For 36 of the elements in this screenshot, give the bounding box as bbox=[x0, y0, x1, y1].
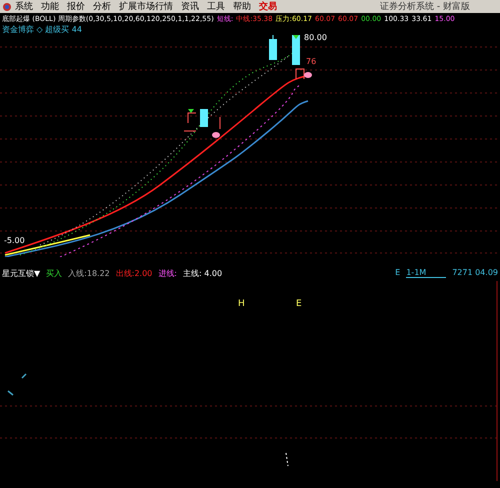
menu-item[interactable]: 分析 bbox=[93, 0, 111, 12]
bracket-marker bbox=[184, 112, 196, 132]
date-label: 7271 04.09 bbox=[452, 268, 498, 278]
price-label: 76 bbox=[306, 57, 316, 66]
app-icon bbox=[2, 2, 12, 12]
indicator-value: 主线: 4.00 bbox=[182, 268, 222, 278]
menu-item[interactable]: 工具 bbox=[207, 0, 225, 12]
indicator-value: 星元互锁▼ bbox=[2, 268, 40, 278]
signal-label: H bbox=[238, 299, 245, 309]
menu-item[interactable]: 帮助 bbox=[233, 0, 251, 12]
indicator-value: 买入 bbox=[46, 268, 62, 278]
dotted-segment bbox=[286, 452, 288, 466]
bracket-marker bbox=[296, 68, 304, 80]
indicator-value: 出线:2.00 bbox=[116, 268, 152, 278]
price-label: -5.00 bbox=[4, 236, 25, 245]
menu-item[interactable]: 资讯 bbox=[181, 0, 199, 12]
candlestick bbox=[269, 35, 277, 60]
dot-marker bbox=[304, 72, 312, 78]
candlestick bbox=[292, 35, 300, 65]
period-value[interactable]: 1-1M bbox=[406, 268, 446, 278]
menu-item[interactable]: 功能 bbox=[41, 0, 59, 12]
menu-item[interactable]: 扩展市场行情 bbox=[119, 0, 173, 12]
menu-item[interactable]: 系统 bbox=[15, 0, 33, 12]
price-label: 80.00 bbox=[304, 33, 327, 42]
down-triangle-icon bbox=[188, 109, 194, 113]
dot-marker bbox=[212, 132, 220, 138]
period-label: E bbox=[395, 268, 400, 278]
indicator-value: 进线: bbox=[158, 268, 177, 278]
signal-label: E bbox=[296, 299, 302, 309]
menu-item[interactable]: 交易 bbox=[259, 0, 277, 12]
indicator-value: 入线:18.22 bbox=[68, 268, 110, 278]
candlestick bbox=[200, 109, 208, 127]
down-triangle-icon bbox=[293, 35, 299, 39]
menu-item[interactable]: 报价 bbox=[67, 0, 85, 12]
window-title: 证券分析系统 - 财富版 bbox=[380, 0, 470, 13]
indicator-subtitle: 资金博弈 ◇ 超级买 44 bbox=[1, 25, 83, 35]
